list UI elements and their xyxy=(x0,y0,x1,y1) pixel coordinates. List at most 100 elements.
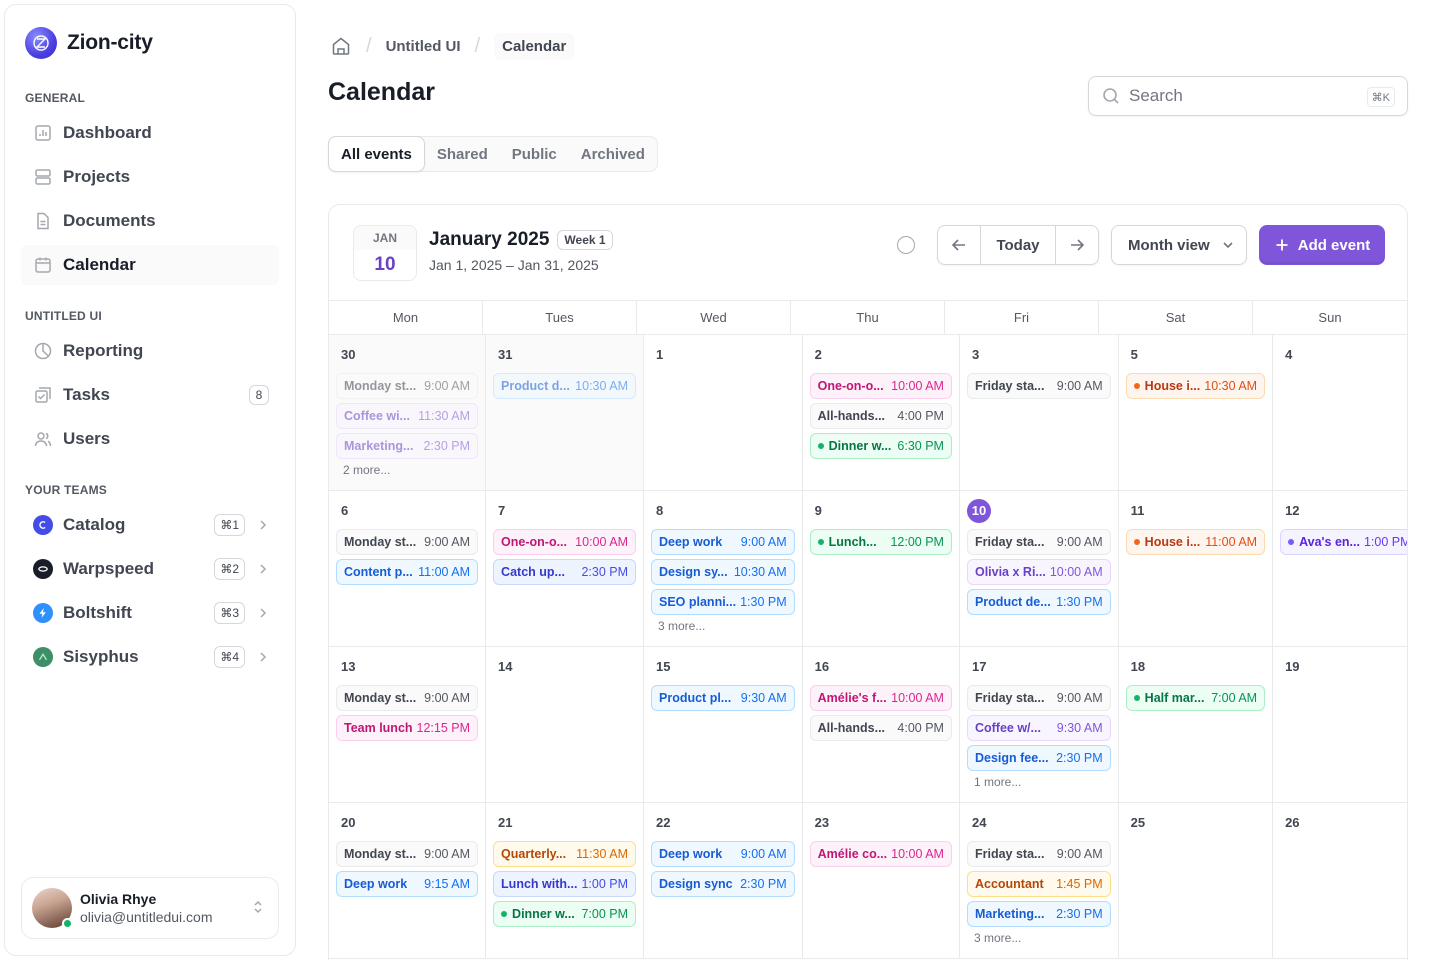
day-cell[interactable]: 14 xyxy=(486,647,644,803)
user-account-card[interactable]: Olivia Rhye olivia@untitledui.com xyxy=(21,877,279,939)
event-chip[interactable]: Friday sta... 9:00 AM xyxy=(966,841,1111,867)
day-cell[interactable]: 11 House i... 11:00 AM xyxy=(1118,491,1274,647)
event-chip[interactable]: Design fee... 2:30 PM xyxy=(966,745,1111,771)
event-chip[interactable]: All-hands... 4:00 PM xyxy=(809,715,952,741)
team-item-boltshift[interactable]: Boltshift ⌘3 xyxy=(21,593,279,633)
day-cell[interactable]: 12 Ava's en... 1:00 PM xyxy=(1273,491,1407,647)
event-chip[interactable]: Deep work 9:15 AM xyxy=(336,871,479,897)
day-cell[interactable]: 20 Monday st... 9:00 AM Deep work 9:15 AM xyxy=(329,803,487,959)
event-chip[interactable]: Coffee wi... 11:30 AM xyxy=(336,403,479,429)
event-chip[interactable]: Quarterly... 11:30 AM xyxy=(493,841,636,867)
event-chip[interactable]: Half mar... 7:00 AM xyxy=(1125,685,1266,711)
day-cell[interactable]: 7 One-on-o... 10:00 AM Catch up... 2:30 PM xyxy=(486,491,644,647)
day-cell[interactable]: 6 Monday st... 9:00 AM Content p... 11:00 AM xyxy=(329,491,487,647)
event-chip[interactable]: Product de... 1:30 PM xyxy=(966,589,1111,615)
event-chip[interactable]: Deep work 9:00 AM xyxy=(651,841,795,867)
day-cell[interactable]: 21 Quarterly... 11:30 AM Lunch with... 1:00 … xyxy=(486,803,644,959)
team-item-catalog[interactable]: Catalog ⌘1 xyxy=(21,505,279,545)
tab-public[interactable]: Public xyxy=(500,137,569,171)
day-cell[interactable]: 18 Half mar... 7:00 AM xyxy=(1118,647,1274,803)
sidebar-item-documents[interactable]: Documents xyxy=(21,201,279,241)
day-cell[interactable]: 17 Friday sta... 9:00 AM Coffee w/... 9:30 A… xyxy=(959,647,1119,803)
event-chip[interactable]: Friday sta... 9:00 AM xyxy=(966,373,1111,399)
day-cell[interactable]: 13 Monday st... 9:00 AM Team lunch 12:15 PM xyxy=(329,647,487,803)
day-cell[interactable]: 19 xyxy=(1273,647,1407,803)
event-chip[interactable]: House i... 11:00 AM xyxy=(1125,529,1266,555)
tab-archived[interactable]: Archived xyxy=(569,137,657,171)
event-chip[interactable]: Monday st... 9:00 AM xyxy=(336,841,479,867)
event-chip[interactable]: One-on-o... 10:00 AM xyxy=(493,529,636,555)
event-chip[interactable]: Amélie's f... 10:00 AM xyxy=(809,685,952,711)
day-cell[interactable]: 10 Friday sta... 9:00 AM Olivia x Ri... 10:0… xyxy=(959,491,1119,647)
day-cell[interactable]: 30 Monday st... 9:00 AM Coffee wi... 11:30 A… xyxy=(329,335,487,491)
more-events-link[interactable]: 2 more... xyxy=(336,463,478,477)
event-chip[interactable]: Marketing... 2:30 PM xyxy=(336,433,479,459)
day-cell[interactable]: 23 Amélie co... 10:00 AM xyxy=(802,803,960,959)
event-chip[interactable]: Lunch... 12:00 PM xyxy=(809,529,952,555)
day-cell[interactable]: 3 Friday sta... 9:00 AM xyxy=(959,335,1119,491)
event-chip[interactable]: All-hands... 4:00 PM xyxy=(809,403,952,429)
day-cell[interactable]: 31 Product d... 10:30 AM xyxy=(486,335,644,491)
day-cell[interactable]: 4 xyxy=(1273,335,1407,491)
day-cell[interactable]: 1 xyxy=(644,335,803,491)
event-chip[interactable]: Monday st... 9:00 AM xyxy=(336,373,479,399)
home-icon[interactable] xyxy=(330,35,352,57)
more-events-link[interactable]: 3 more... xyxy=(967,931,1111,945)
event-chip[interactable]: Friday sta... 9:00 AM xyxy=(966,529,1111,555)
team-item-sisyphus[interactable]: Sisyphus ⌘4 xyxy=(21,637,279,677)
event-chip[interactable]: Design sync 2:30 PM xyxy=(651,871,795,897)
breadcrumb-current[interactable]: Calendar xyxy=(494,32,575,60)
sidebar-item-dashboard[interactable]: Dashboard xyxy=(21,113,279,153)
tab-all-events[interactable]: All events xyxy=(328,136,425,172)
event-chip[interactable]: Monday st... 9:00 AM xyxy=(336,685,479,711)
event-chip[interactable]: Coffee w/... 9:30 AM xyxy=(966,715,1111,741)
event-chip[interactable]: One-on-o... 10:00 AM xyxy=(809,373,952,399)
event-chip[interactable]: Deep work 9:00 AM xyxy=(651,529,795,555)
day-cell[interactable]: 5 House i... 10:30 AM xyxy=(1118,335,1274,491)
sidebar-item-users[interactable]: Users xyxy=(21,419,279,459)
sidebar-item-reporting[interactable]: Reporting xyxy=(21,331,279,371)
event-chip[interactable]: Dinner w... 7:00 PM xyxy=(493,901,636,927)
sidebar-item-calendar[interactable]: Calendar xyxy=(21,245,279,285)
day-cell[interactable]: 8 Deep work 9:00 AM Design sy... 10:30 AM SEO… xyxy=(644,491,803,647)
next-button[interactable] xyxy=(1056,226,1098,264)
day-cell[interactable]: 16 Amélie's f... 10:00 AM All-hands... 4:00 … xyxy=(802,647,960,803)
event-chip[interactable]: Ava's en... 1:00 PM xyxy=(1280,529,1407,555)
breadcrumb-item[interactable]: Untitled UI xyxy=(386,38,461,55)
event-chip[interactable]: Catch up... 2:30 PM xyxy=(493,559,636,585)
sidebar-item-tasks[interactable]: Tasks 8 xyxy=(21,375,279,415)
view-select[interactable]: Month view xyxy=(1111,225,1247,265)
event-chip[interactable]: Friday sta... 9:00 AM xyxy=(966,685,1111,711)
previous-button[interactable] xyxy=(938,226,980,264)
team-item-warpspeed[interactable]: Warpspeed ⌘2 xyxy=(21,549,279,589)
search-input[interactable]: Search ⌘K xyxy=(1088,76,1408,116)
tab-shared[interactable]: Shared xyxy=(425,137,500,171)
day-cell[interactable]: 26 xyxy=(1273,803,1407,959)
day-cell[interactable]: 2 One-on-o... 10:00 AM All-hands... 4:00 PM D… xyxy=(802,335,960,491)
more-events-link[interactable]: 3 more... xyxy=(651,619,795,633)
today-button[interactable]: Today xyxy=(980,226,1056,264)
event-chip[interactable]: Monday st... 9:00 AM xyxy=(336,529,479,555)
day-cell[interactable]: 15 Product pl... 9:30 AM xyxy=(644,647,803,803)
sidebar-item-projects[interactable]: Projects xyxy=(21,157,279,197)
event-chip[interactable]: Marketing... 2:30 PM xyxy=(966,901,1111,927)
event-chip[interactable]: SEO planni... 1:30 PM xyxy=(651,589,795,615)
add-event-button[interactable]: Add event xyxy=(1259,225,1385,265)
event-chip[interactable]: Team lunch 12:15 PM xyxy=(336,715,479,741)
brand[interactable]: Zion-city xyxy=(25,27,153,59)
day-cell[interactable]: 9 Lunch... 12:00 PM xyxy=(802,491,960,647)
event-chip[interactable]: Product pl... 9:30 AM xyxy=(651,685,795,711)
event-chip[interactable]: Product d... 10:30 AM xyxy=(493,373,636,399)
event-chip[interactable]: Olivia x Ri... 10:00 AM xyxy=(966,559,1111,585)
event-chip[interactable]: Content p... 11:00 AM xyxy=(336,559,479,585)
event-chip[interactable]: House i... 10:30 AM xyxy=(1125,373,1266,399)
event-chip[interactable]: Dinner w... 6:30 PM xyxy=(809,433,952,459)
day-cell[interactable]: 22 Deep work 9:00 AM Design sync 2:30 PM xyxy=(644,803,803,959)
event-chip[interactable]: Amélie co... 10:00 AM xyxy=(809,841,952,867)
event-chip[interactable]: Design sy... 10:30 AM xyxy=(651,559,795,585)
event-chip[interactable]: Lunch with... 1:00 PM xyxy=(493,871,636,897)
day-cell[interactable]: 24 Friday sta... 9:00 AM Accountant 1:45 PM M… xyxy=(959,803,1119,959)
more-events-link[interactable]: 1 more... xyxy=(967,775,1111,789)
event-chip[interactable]: Accountant 1:45 PM xyxy=(966,871,1111,897)
day-cell[interactable]: 25 xyxy=(1118,803,1274,959)
